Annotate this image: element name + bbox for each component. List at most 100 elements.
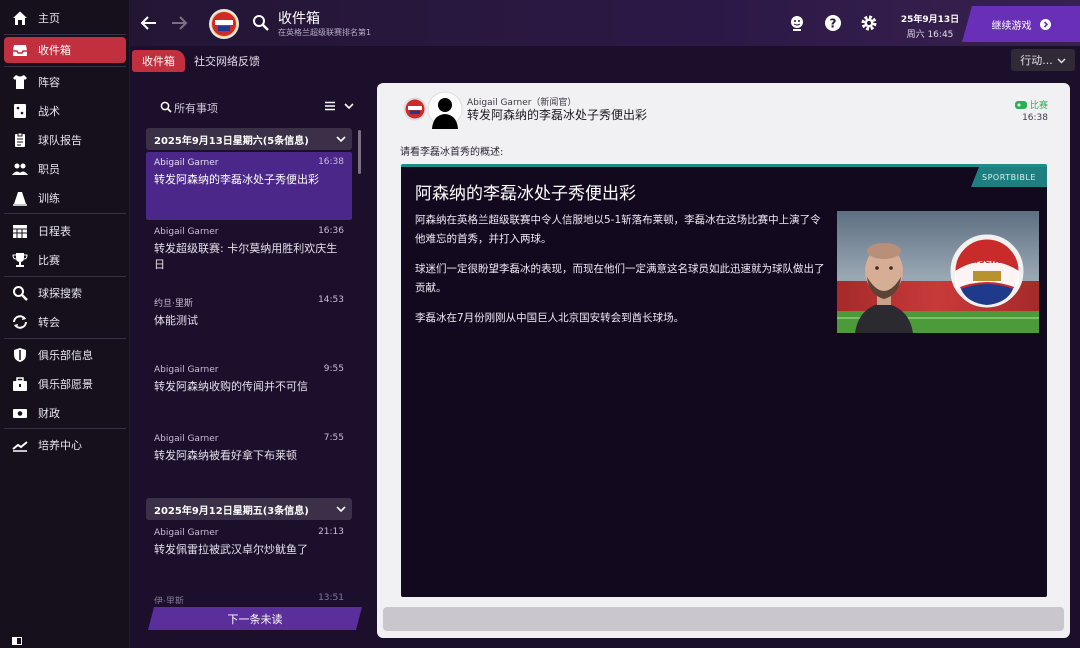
message-subject: 转发阿森纳的李磊冰处子秀便出彩 <box>154 173 319 186</box>
article-paragraph: 阿森纳在英格兰超级联赛中令人信服地以5-1斩落布莱顿，李磊冰在这场比赛中上演了令… <box>415 214 821 245</box>
tab-social-feedback-label: 社交网络反馈 <box>194 55 260 68</box>
settings-button[interactable] <box>860 14 878 32</box>
nav-training[interactable]: 训练 <box>4 185 126 211</box>
nav-development-centre[interactable]: 培养中心 <box>4 432 126 458</box>
training-cone-icon <box>12 190 28 206</box>
message-title: 转发阿森纳的李磊冰处子秀便出彩 <box>467 108 648 122</box>
tab-social-feedback[interactable]: 社交网络反馈 <box>184 50 270 72</box>
chevron-right-circle-icon <box>1039 18 1051 30</box>
date-group-label: 2025年9月12日星期五(3条信息) <box>154 505 309 517</box>
article-paragraph: 球迷们一定很盼望李磊冰的表现，而现在他们一定满意这名球员如此迅速就为球队做出了贡… <box>415 263 825 294</box>
page-subtitle: 在英格兰超级联赛排名第1 <box>278 28 372 37</box>
match-tag-label: 比赛 <box>1029 101 1048 111</box>
nav-club-info-label: 俱乐部信息 <box>38 349 93 362</box>
briefcase-icon <box>12 376 28 392</box>
nav-tactics[interactable]: 战术 <box>4 98 126 124</box>
inbox-message[interactable]: Abigail Garner 21:13 转发佩雷拉被武汉卓尔炒鱿鱼了 <box>146 522 352 590</box>
club-badge-button[interactable] <box>208 8 240 40</box>
chevron-down-icon <box>336 506 346 513</box>
nav-team-report[interactable]: 球队报告 <box>4 127 126 153</box>
message-time: 7:55 <box>323 433 344 443</box>
nav-schedule[interactable]: 日程表 <box>4 218 126 244</box>
nav-staff[interactable]: 职员 <box>4 156 126 182</box>
message-time: 16:36 <box>318 226 344 236</box>
date-group-header[interactable]: 2025年9月12日星期五(3条信息) <box>146 498 352 520</box>
development-chart-icon <box>12 437 28 453</box>
inbox-message[interactable]: Abigail Garner 16:38 转发阿森纳的李磊冰处子秀便出彩 <box>146 152 352 220</box>
avatar <box>427 91 463 129</box>
inbox-search-input[interactable]: 所有事项 <box>174 100 218 116</box>
nav-finances[interactable]: 财政 <box>4 400 126 426</box>
scout-search-icon <box>12 285 28 301</box>
ticket-icon <box>1014 100 1027 109</box>
nav-inbox[interactable]: 收件箱 <box>4 37 126 63</box>
message-subject: 体能测试 <box>154 314 198 327</box>
list-menu-icon[interactable] <box>324 100 336 112</box>
article-paragraph: 李磊冰在7月份刚刚从中国巨人北京国安转会到酋长球场。 <box>415 312 685 324</box>
article-photo[interactable]: Arsenal <box>837 211 1039 333</box>
next-unread-label: 下一条未读 <box>227 612 283 626</box>
inbox-message[interactable]: Abigail Garner 16:36 转发超级联赛: 卡尔莫纳用胜利欢庆生日 <box>146 221 352 289</box>
forward-button[interactable] <box>168 12 190 34</box>
back-button[interactable] <box>138 12 160 34</box>
svg-text:?: ? <box>830 17 837 31</box>
chevron-down-icon <box>1057 57 1066 64</box>
message-subject: 转发阿森纳被看好拿下布莱顿 <box>154 449 297 462</box>
article-source: SPORTBIBLE <box>971 167 1047 187</box>
squad-shirt-icon <box>12 74 28 90</box>
message-time: 16:38 <box>318 157 344 167</box>
search-button[interactable] <box>252 14 270 32</box>
arsenal-crest-icon <box>209 9 239 39</box>
message-subject: 转发阿森纳收购的传闻并不可信 <box>154 380 308 393</box>
club-shield-icon <box>12 347 28 363</box>
nav-divider <box>4 213 126 214</box>
message-sender: Abigail Garner <box>154 365 219 375</box>
nav-development-centre-label: 培养中心 <box>38 439 82 452</box>
actions-dropdown[interactable]: 行动... <box>1011 49 1075 71</box>
message-sender: 约旦·里斯 <box>154 299 193 309</box>
message-sender: 伊·里斯 <box>154 597 184 604</box>
transfer-arrows-icon <box>12 314 28 330</box>
nav-training-label: 训练 <box>38 192 60 205</box>
tab-inbox[interactable]: 收件箱 <box>132 50 185 72</box>
social-button[interactable] <box>788 14 806 32</box>
continue-button[interactable]: 继续游戏 <box>962 6 1080 42</box>
inbox-message[interactable]: 伊·里斯 13:51 <box>146 590 352 604</box>
nav-home-label: 主页 <box>38 12 60 25</box>
actions-label: 行动... <box>1020 54 1053 67</box>
inbox-message[interactable]: Abigail Garner 7:55 转发阿森纳被看好拿下布莱顿 <box>146 428 352 496</box>
nav-club-vision[interactable]: 俱乐部愿景 <box>4 371 126 397</box>
sidebar-toggle-icon[interactable] <box>12 630 22 645</box>
nav-scouting[interactable]: 球探搜索 <box>4 280 126 306</box>
inbox-message[interactable]: Abigail Garner 9:55 转发阿森纳收购的传闻并不可信 <box>146 359 352 427</box>
nav-competitions-label: 比赛 <box>38 254 60 267</box>
article-title: 阿森纳的李磊冰处子秀便出彩 <box>415 184 636 204</box>
report-clipboard-icon <box>12 132 28 148</box>
nav-transfers[interactable]: 转会 <box>4 309 126 335</box>
gear-icon <box>861 15 877 31</box>
nav-competitions[interactable]: 比赛 <box>4 247 126 273</box>
inbox-scrollbar[interactable] <box>358 130 361 174</box>
game-date-time: 周六 16:45 <box>906 30 954 40</box>
nav-schedule-label: 日程表 <box>38 225 71 238</box>
article-body: 阿森纳在英格兰超级联赛中令人信服地以5-1斩落布莱顿，李磊冰在这场比赛中上演了令… <box>415 211 829 339</box>
inbox-icon <box>12 42 28 58</box>
nav-club-info[interactable]: 俱乐部信息 <box>4 342 126 368</box>
inbox-message[interactable]: 约旦·里斯 14:53 体能测试 <box>146 290 352 358</box>
game-date: 25年9月13日 周六 16:45 <box>898 12 962 40</box>
arrow-left-icon <box>140 16 156 30</box>
nav-squad[interactable]: 阵容 <box>4 69 126 95</box>
nav-staff-label: 职员 <box>38 163 60 176</box>
next-unread-button[interactable]: 下一条未读 <box>148 607 362 630</box>
date-group-header[interactable]: 2025年9月13日星期六(5条信息) <box>146 128 352 150</box>
nav-home[interactable]: 主页 <box>4 5 126 31</box>
game-date-day: 25年9月13日 <box>900 15 960 25</box>
top-header: 收件箱 在英格兰超级联赛排名第1 ? 25年9月13日 周六 16:45 继续游… <box>130 0 1080 46</box>
trophy-icon <box>12 252 28 268</box>
nav-divider <box>4 276 126 277</box>
reply-bar[interactable] <box>383 607 1064 631</box>
nav-tactics-label: 战术 <box>38 105 60 118</box>
help-button[interactable]: ? <box>824 14 842 32</box>
finance-cash-icon <box>12 405 28 421</box>
chevron-down-icon[interactable] <box>344 100 354 112</box>
